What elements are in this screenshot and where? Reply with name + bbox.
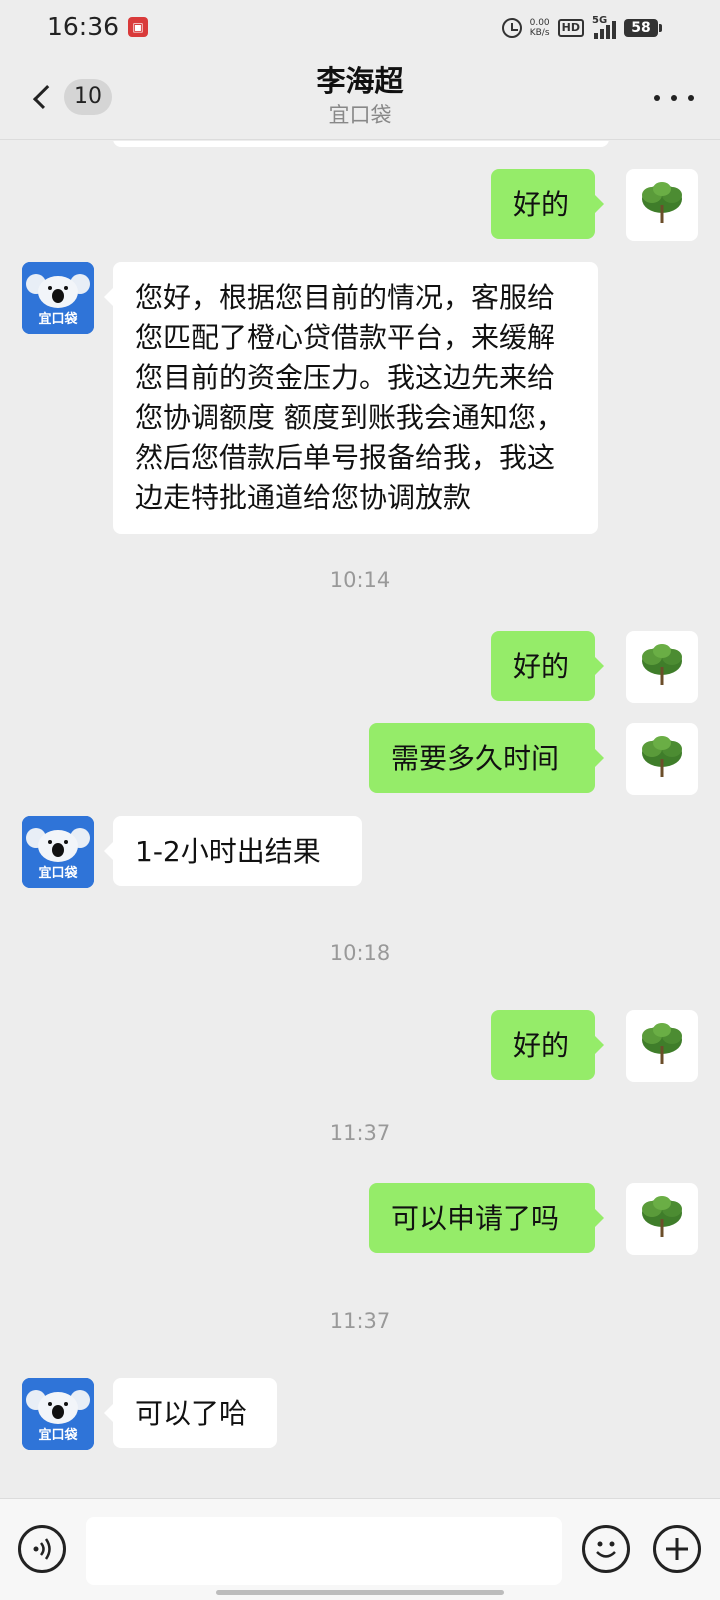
more-dot-icon — [671, 95, 677, 101]
signal-bar — [612, 21, 616, 39]
network-speed-value: 0.00 — [529, 18, 550, 28]
user-avatar[interactable] — [626, 169, 698, 241]
more-options-button[interactable] — [654, 92, 694, 104]
chat-title-block[interactable]: 李海超 宜口袋 — [160, 62, 560, 130]
contact-avatar[interactable]: 宜口袋 — [22, 1378, 94, 1450]
message-input[interactable] — [86, 1517, 562, 1585]
signal-bar — [594, 33, 598, 39]
more-dot-icon — [688, 95, 694, 101]
avatar-label: 宜口袋 — [38, 311, 78, 327]
more-functions-button[interactable] — [653, 1525, 701, 1573]
signal-bar — [606, 25, 610, 39]
smiley-icon — [596, 1541, 616, 1558]
status-bar: 16:36 ▣ 0.00 KB/s HD 5G 58 — [0, 0, 720, 56]
chat-title: 李海超 — [316, 64, 404, 98]
notification-app-icon: ▣ — [128, 17, 148, 37]
more-dot-icon — [654, 95, 660, 101]
message-bubble[interactable]: 好的 — [491, 169, 604, 239]
back-button[interactable]: 10 — [26, 77, 112, 117]
plant-avatar-icon — [642, 736, 682, 777]
previous-message-bubble — [113, 141, 609, 147]
contact-avatar[interactable]: 宜口袋 — [22, 262, 94, 334]
message-bubble[interactable]: 可以申请了吗 — [369, 1183, 604, 1253]
plant-avatar-icon — [642, 1196, 682, 1237]
koala-avatar-icon: 宜口袋 — [22, 262, 94, 334]
chat-subtitle: 宜口袋 — [328, 103, 392, 127]
message-list[interactable]: 好的 宜口袋 您好，根据您目前的情况，客服给您匹配了橙心贷借款平台，来缓解您目前… — [0, 141, 720, 1497]
message-bubble[interactable]: 您好，根据您目前的情况，客服给您匹配了橙心贷借款平台，来缓解您目前的资金压力。我… — [104, 262, 598, 534]
alarm-clock-icon — [501, 18, 522, 38]
koala-avatar-icon: 宜口袋 — [22, 816, 94, 888]
contact-avatar[interactable]: 宜口袋 — [22, 816, 94, 888]
battery-level: 58 — [631, 20, 651, 36]
user-avatar[interactable] — [626, 1183, 698, 1255]
message-bubble[interactable]: 可以了哈 — [104, 1378, 277, 1448]
chat-header: 10 李海超 宜口袋 — [0, 56, 720, 140]
plus-icon — [666, 1538, 688, 1560]
status-indicators: 0.00 KB/s HD 5G 58 — [501, 14, 662, 42]
koala-avatar-icon: 宜口袋 — [22, 1378, 94, 1450]
plant-avatar-icon — [642, 644, 682, 685]
plant-avatar-icon — [642, 182, 682, 223]
unread-count-badge: 10 — [64, 79, 112, 115]
timestamp: 10:14 — [329, 568, 391, 592]
battery-icon: 58 — [624, 19, 662, 37]
emoji-button[interactable] — [582, 1525, 630, 1573]
message-bubble[interactable]: 需要多久时间 — [369, 723, 604, 793]
voice-input-button[interactable] — [18, 1525, 66, 1573]
user-avatar[interactable] — [626, 631, 698, 703]
hd-badge: HD — [557, 19, 584, 37]
user-avatar[interactable] — [626, 723, 698, 795]
timestamp: 11:37 — [329, 1121, 391, 1145]
user-avatar[interactable] — [626, 1010, 698, 1082]
voice-wave-icon — [33, 1538, 51, 1560]
network-speed: 0.00 KB/s — [530, 18, 550, 38]
message-bubble[interactable]: 好的 — [491, 1010, 604, 1080]
status-time: 16:36 — [47, 12, 120, 41]
timestamp: 11:37 — [329, 1309, 391, 1333]
avatar-label: 宜口袋 — [38, 1427, 78, 1443]
timestamp: 10:18 — [329, 941, 391, 965]
avatar-label: 宜口袋 — [38, 865, 78, 881]
chevron-left-icon — [32, 84, 58, 110]
message-bubble[interactable]: 1-2小时出结果 — [104, 816, 362, 886]
input-bar — [0, 1498, 720, 1600]
network-type: 5G — [592, 15, 608, 26]
cellular-signal-icon: 5G — [592, 15, 616, 39]
network-speed-unit: KB/s — [529, 28, 550, 38]
plant-avatar-icon — [642, 1023, 682, 1064]
message-bubble[interactable]: 好的 — [491, 631, 604, 701]
signal-bar — [600, 29, 604, 39]
home-indicator[interactable] — [216, 1590, 504, 1595]
